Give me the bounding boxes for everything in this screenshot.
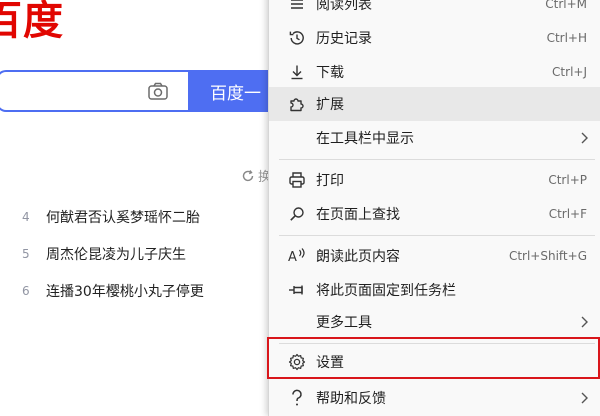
extensions-icon: [287, 94, 307, 114]
menu-item-pin-to-taskbar[interactable]: 将此页面固定到任务栏: [269, 273, 600, 307]
pin-icon: [287, 280, 307, 300]
menu-item-label: 在工具栏中显示: [316, 131, 414, 147]
chevron-right-icon: [581, 132, 588, 144]
menu-item-extensions[interactable]: 扩展: [269, 87, 600, 121]
menu-item-more-tools[interactable]: 更多工具: [269, 305, 600, 339]
chevron-right-icon: [581, 316, 588, 328]
download-icon: [287, 62, 307, 82]
menu-item-label: 更多工具: [316, 315, 372, 331]
search-button[interactable]: 百度一: [188, 70, 278, 112]
menu-item-label: 在页面上查找: [316, 207, 400, 223]
menu-item-label: 朗读此页内容: [316, 249, 400, 265]
menu-item-print[interactable]: 打印 Ctrl+P: [269, 163, 600, 197]
hot-list-item[interactable]: 4 何猷君否认奚梦瑶怀二胎: [22, 207, 200, 227]
menu-item-shortcut: Ctrl+M: [545, 0, 587, 11]
menu-item-find-on-page[interactable]: 在页面上查找 Ctrl+F: [269, 197, 600, 231]
menu-item-help-and-feedback[interactable]: 帮助和反馈: [269, 381, 600, 415]
menu-item-read-aloud[interactable]: A 朗读此页内容 Ctrl+Shift+G: [269, 239, 600, 273]
find-icon: [287, 204, 307, 224]
history-icon: [287, 28, 307, 48]
refresh-icon: [242, 169, 254, 181]
baidu-logo[interactable]: 百度: [0, 0, 64, 46]
hot-rank: 6: [22, 284, 30, 298]
menu-divider: [279, 159, 595, 160]
reading-list-icon: [287, 0, 307, 14]
menu-item-shortcut: Ctrl+J: [552, 65, 587, 79]
menu-divider: [279, 235, 595, 236]
camera-icon[interactable]: [147, 80, 169, 102]
menu-item-label: 扩展: [316, 97, 344, 113]
hot-list-item[interactable]: 6 连播30年樱桃小丸子停更: [22, 281, 204, 301]
menu-item-show-in-toolbar[interactable]: 在工具栏中显示: [269, 121, 600, 155]
read-aloud-icon: A: [287, 246, 307, 266]
menu-item-label: 帮助和反馈: [316, 391, 386, 407]
hot-title: 何猷君否认奚梦瑶怀二胎: [46, 210, 200, 226]
menu-item-label: 阅读列表: [316, 0, 372, 13]
menu-item-shortcut: Ctrl+H: [546, 31, 587, 45]
menu-item-shortcut: Ctrl+F: [548, 207, 587, 221]
menu-item-history[interactable]: 历史记录 Ctrl+H: [269, 21, 600, 55]
settings-highlight-box: [267, 337, 600, 379]
svg-text:A: A: [288, 250, 297, 265]
menu-item-label: 将此页面固定到任务栏: [316, 283, 456, 299]
menu-item-label: 下载: [316, 65, 344, 81]
menu-item-label: 历史记录: [316, 31, 372, 47]
hot-title: 周杰伦昆凌为儿子庆生: [46, 247, 186, 263]
print-icon: [287, 170, 307, 190]
chevron-right-icon: [581, 392, 588, 404]
help-icon: [287, 388, 307, 408]
menu-item-shortcut: Ctrl+Shift+G: [508, 249, 587, 263]
hot-rank: 5: [22, 247, 30, 261]
menu-item-downloads[interactable]: 下载 Ctrl+J: [269, 55, 600, 89]
menu-item-shortcut: Ctrl+P: [548, 173, 587, 187]
hot-rank: 4: [22, 210, 30, 224]
menu-item-reading-list[interactable]: 阅读列表 Ctrl+M: [269, 0, 600, 21]
refresh-hot-list[interactable]: 换: [241, 166, 271, 185]
hot-title: 连播30年樱桃小丸子停更: [46, 284, 204, 300]
hot-list-item[interactable]: 5 周杰伦昆凌为儿子庆生: [22, 244, 186, 264]
menu-item-label: 打印: [316, 173, 344, 189]
